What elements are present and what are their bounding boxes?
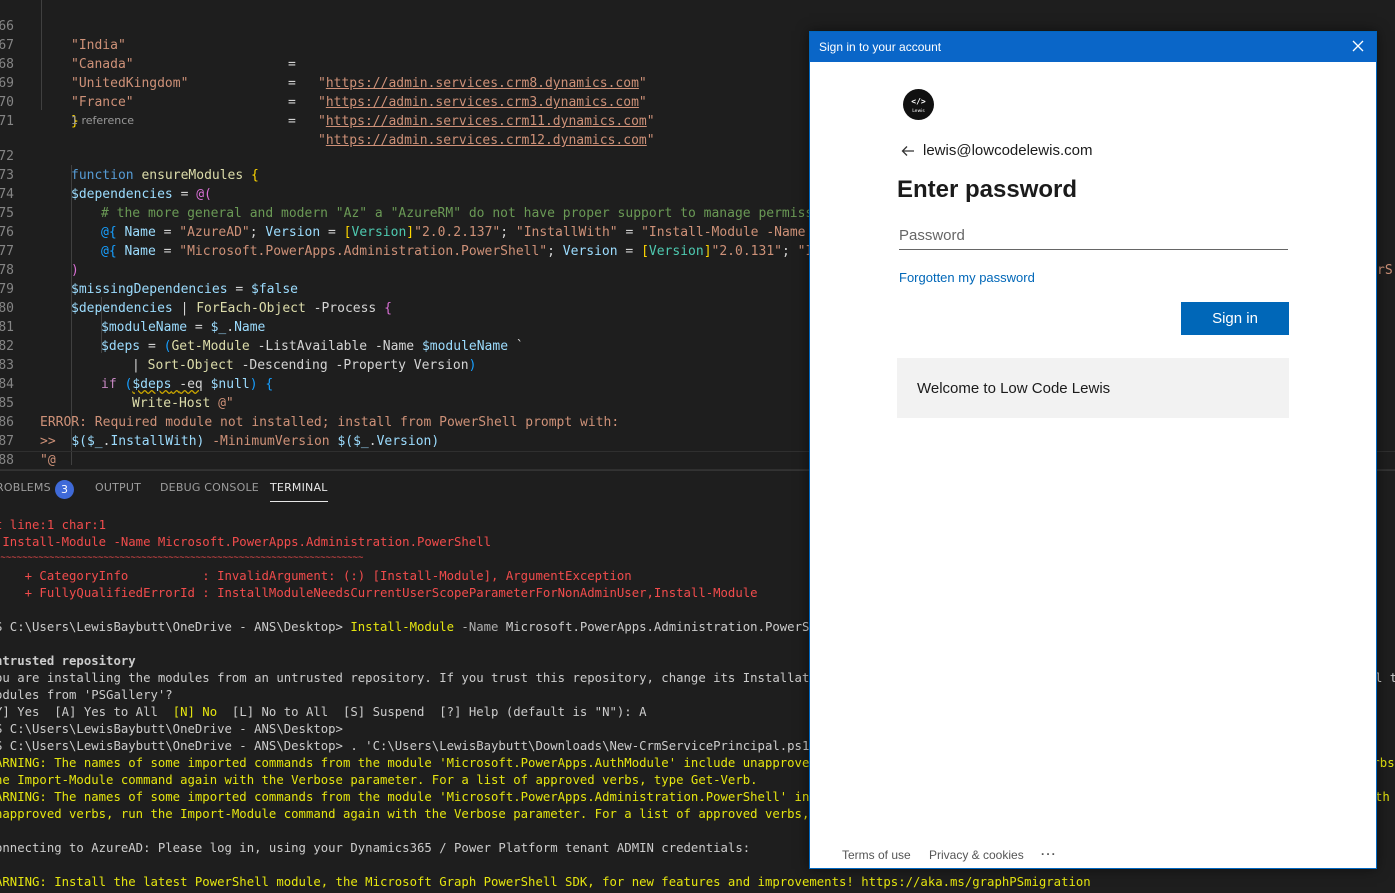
url-link[interactable]: https://admin.services.crm11.dynamics.co… — [326, 114, 647, 129]
terminal-line: ntrusted repository — [0, 654, 136, 668]
password-input[interactable] — [899, 222, 1288, 250]
terminal-line: l t — [1375, 671, 1395, 685]
svg-text:Lewis: Lewis — [912, 108, 925, 114]
terminal-line: S C:\Users\LewisBaybutt\OneDrive - ANS\D… — [0, 620, 854, 634]
dialog-titlebar: Sign in to your account — [810, 32, 1376, 62]
close-icon[interactable] — [1349, 37, 1367, 55]
tab-output[interactable]: OUTPUT — [95, 481, 141, 494]
sign-in-dialog: Sign in to your account </> Lewis lewis@… — [809, 31, 1377, 869]
terminal-line: ~~~~~~~~~~~~~~~~~~~~~~~~~~~~~~~~~~~~~~~~… — [0, 553, 364, 563]
forgot-password-link[interactable]: Forgotten my password — [899, 270, 1035, 285]
back-arrow-icon[interactable] — [900, 143, 916, 159]
code-line: 66 "India" = "https://admin.services.crm… — [0, 19, 647, 91]
tab-terminal[interactable]: TERMINAL — [270, 481, 328, 502]
svg-text:</>: </> — [911, 97, 926, 106]
terminal-line: ou are installing the modules from an un… — [0, 671, 854, 685]
terminal-line: Install-Module -Name Microsoft.PowerApps… — [0, 535, 492, 549]
tab-debug-console[interactable]: DEBUG CONSOLE — [160, 481, 259, 494]
terminal-line: ARNING: The names of some imported comma… — [0, 790, 847, 804]
terminal-line: t line:1 char:1 — [0, 518, 107, 532]
terminal-line: ARNING: Install the latest PowerShell mo… — [0, 875, 1091, 889]
brand-logo: </> Lewis — [903, 89, 934, 120]
terms-link[interactable]: Terms of use — [842, 848, 911, 862]
terminal-line: he Import-Module command again with the … — [0, 773, 758, 787]
terminal-line: odules from 'PSGallery'? — [0, 688, 173, 702]
terminal-line: + CategoryInfo : InvalidArgument: (:) [I… — [0, 569, 632, 583]
terminal-line: + FullyQualifiedErrorId : InstallModuleN… — [0, 586, 758, 600]
more-options-icon[interactable]: ... — [1041, 844, 1057, 858]
tab-problems[interactable]: ROBLEMS — [0, 481, 51, 494]
sign-in-button[interactable]: Sign in — [1181, 302, 1289, 335]
terminal-line: th — [1375, 790, 1390, 804]
page-title: Enter password — [897, 176, 1078, 203]
terminal-line: onnecting to AzureAD: Please log in, usi… — [0, 841, 751, 855]
problems-count-badge: 3 — [55, 480, 74, 499]
terminal-line: S C:\Users\LewisBaybutt\OneDrive - ANS\D… — [0, 739, 817, 753]
privacy-link[interactable]: Privacy & cookies — [929, 848, 1024, 862]
terminal-line: Y] Yes [A] Yes to All [N] No [L] No to A… — [0, 705, 647, 719]
terminal-line: ARNING: The names of some imported comma… — [0, 756, 854, 770]
welcome-text: Welcome to Low Code Lewis — [917, 380, 1111, 397]
welcome-banner: Welcome to Low Code Lewis — [897, 358, 1289, 418]
terminal-line: napproved verbs, run the Import-Module c… — [0, 807, 847, 821]
dialog-title: Sign in to your account — [819, 40, 942, 54]
terminal-line: S C:\Users\LewisBaybutt\OneDrive - ANS\D… — [0, 722, 343, 736]
account-email: lewis@lowcodelewis.com — [923, 142, 1093, 159]
